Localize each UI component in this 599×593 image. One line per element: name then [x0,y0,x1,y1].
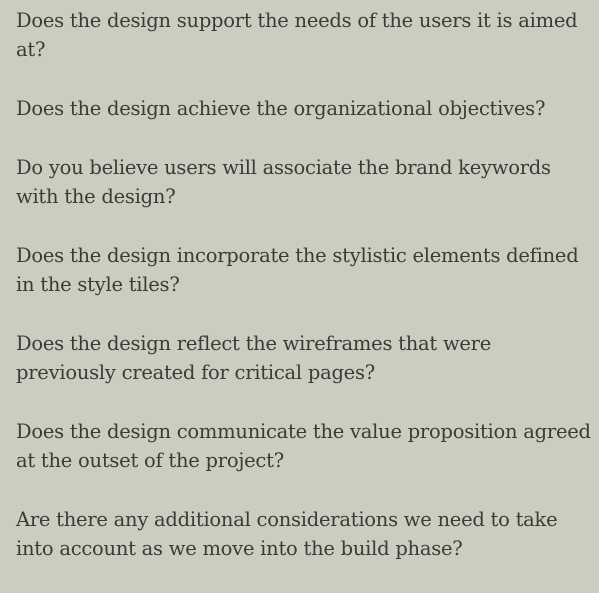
question-5: Does the design reflect the wireframes t… [16,332,492,384]
question-6: Does the design communicate the value pr… [16,420,591,472]
question-3: Do you believe users will associate the … [16,156,551,208]
question-2: Does the design achieve the organization… [16,97,546,120]
question-4: Does the design incorporate the stylisti… [16,244,579,296]
question-7: Are there any additional considerations … [16,508,558,560]
question-list: Does the design support the needs of the… [16,6,591,593]
question-1: Does the design support the needs of the… [16,9,578,61]
